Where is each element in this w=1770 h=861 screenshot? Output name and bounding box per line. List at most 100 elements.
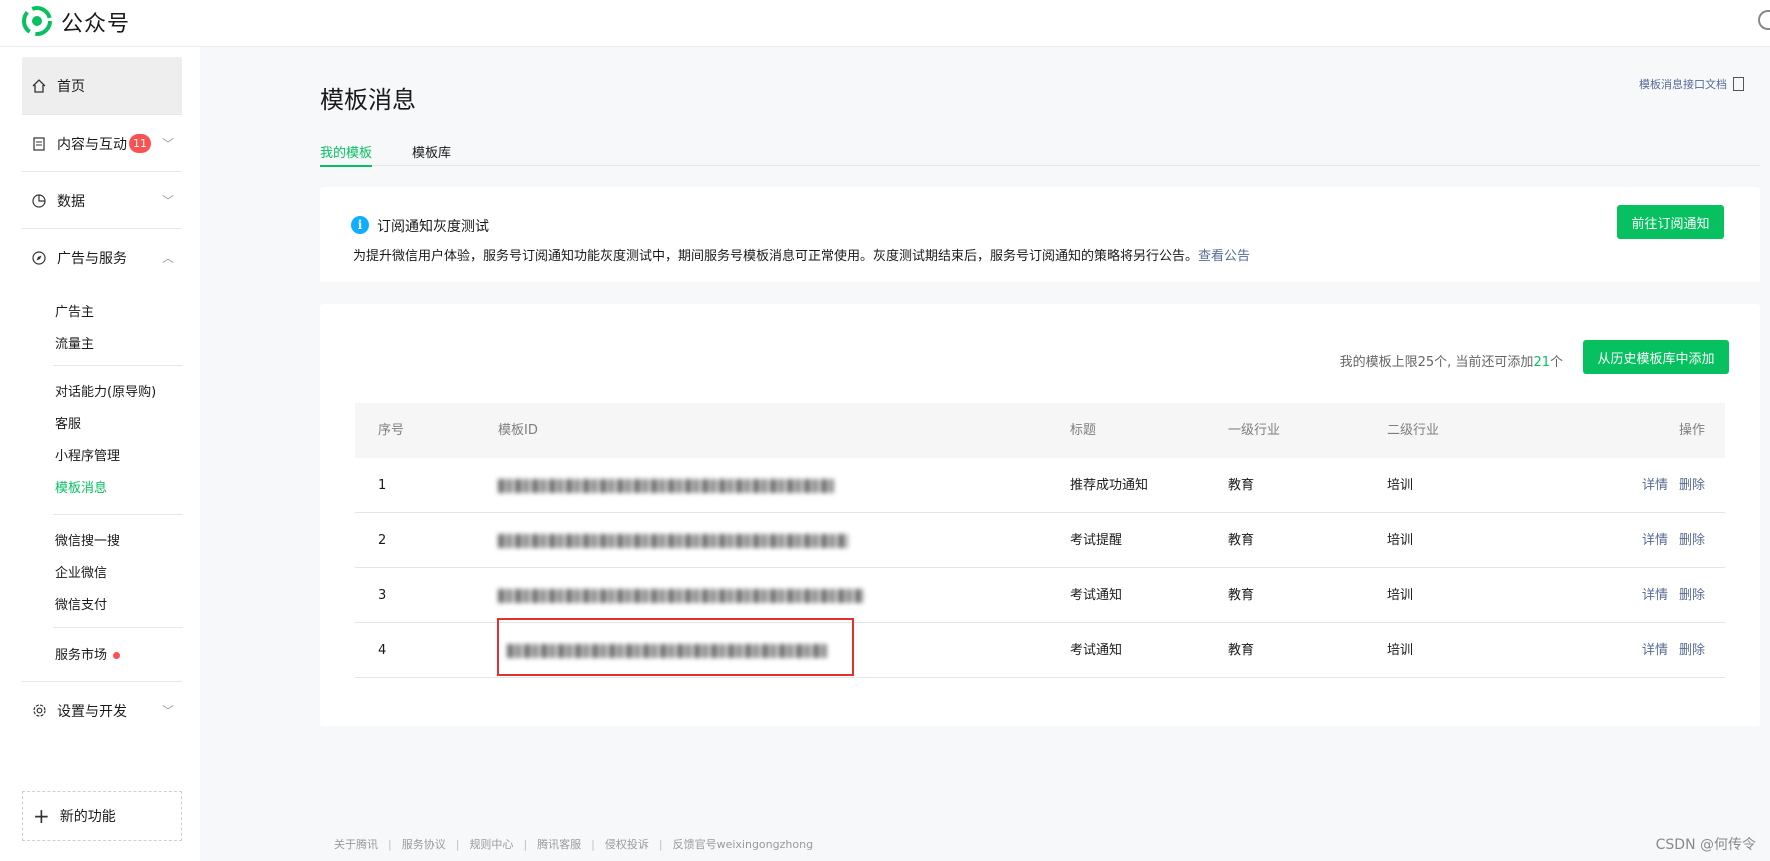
gear-icon [30,702,48,720]
template-id-redacted [498,458,834,513]
sidebar-item-label: 服务市场 [55,648,108,663]
tab-template-library[interactable]: 模板库 [412,142,451,161]
detail-link[interactable]: 详情 [1642,643,1668,658]
chevron-down-icon[interactable]: ﹀ [162,135,174,152]
document-icon [30,135,48,153]
new-dot [113,652,121,659]
file-icon [1733,77,1744,91]
sidebar-item-wechat-pay[interactable]: 微信支付 [55,594,107,613]
detail-link[interactable]: 详情 [1642,588,1668,603]
sidebar-item-customer-service[interactable]: 客服 [55,413,81,432]
sidebar-item-settings[interactable]: 设置与开发 ﹀ [22,682,182,739]
template-table: 序号 模板ID 标题 一级行业 二级行业 操作 1 推荐成功通知 教育 培训 详… [355,403,1725,678]
row-index: 2 [378,533,387,548]
home-icon [30,77,48,95]
delete-link[interactable]: 删除 [1679,478,1705,493]
tab-my-templates[interactable]: 我的模板 [320,142,373,167]
row-industry-2: 培训 [1387,643,1414,658]
notice-text: 为提升微信用户体验，服务号订阅通知功能灰度测试中，期间服务号模板消息可正常使用。… [353,249,1199,264]
row-actions: 详情 删除 [1595,623,1725,678]
sidebar-item-wecom[interactable]: 企业微信 [55,562,107,581]
divider [53,365,183,366]
page-title: 模板消息 [320,86,416,114]
chevron-down-icon[interactable]: ﹀ [162,702,174,719]
notice-body: 为提升微信用户体验，服务号订阅通知功能灰度测试中，期间服务号模板消息可正常使用。… [353,245,1250,264]
row-actions: 详情 删除 [1595,458,1725,513]
sidebar: 首页 内容与互动 11 ﹀ 数据 ﹀ 广告与服务 ︿ 广告主 流量主 对话能力(… [0,47,200,861]
sidebar-item-mini-program[interactable]: 小程序管理 [55,445,120,464]
sidebar-item-data[interactable]: 数据 ﹀ [22,172,182,229]
add-from-history-button[interactable]: 从历史模板库中添加 [1583,340,1729,374]
info-icon: i [351,216,369,234]
row-industry-2: 培训 [1387,478,1414,493]
sidebar-item-content[interactable]: 内容与互动 11 ﹀ [22,115,182,172]
table-row: 1 推荐成功通知 教育 培训 详情 删除 [355,458,1725,513]
tab-bar: 我的模板 模板库 [320,140,1760,167]
row-index: 1 [378,478,387,493]
sidebar-item-home[interactable]: 首页 [22,57,182,114]
footer-link-rules[interactable]: 规则中心 [469,838,513,851]
sidebar-item-advertiser[interactable]: 广告主 [55,301,94,320]
api-doc-link-label: 模板消息接口文档 [1639,78,1727,91]
template-id-redacted [498,513,848,568]
delete-link[interactable]: 删除 [1679,533,1705,548]
column-header: 序号 [378,423,405,438]
view-announcement-link[interactable]: 查看公告 [1198,249,1250,264]
row-industry-2: 培训 [1387,533,1414,548]
row-title: 推荐成功通知 [1070,478,1149,493]
sidebar-item-dialog-capability[interactable]: 对话能力(原导购) [55,381,156,400]
row-title: 考试通知 [1070,588,1123,603]
row-industry-1: 教育 [1228,588,1255,603]
notice-card: i 订阅通知灰度测试 为提升微信用户体验，服务号订阅通知功能灰度测试中，期间服务… [320,187,1760,282]
sidebar-item-label: 数据 [57,193,85,210]
compass-icon [30,249,48,267]
sidebar-item-label: 内容与互动 [57,136,127,153]
footer-link-agreement[interactable]: 服务协议 [402,838,446,851]
delete-link[interactable]: 删除 [1679,643,1705,658]
column-header: 二级行业 [1387,423,1440,438]
chevron-up-icon[interactable]: ︿ [162,249,174,266]
footer-link-support[interactable]: 腾讯客服 [537,838,581,851]
detail-link[interactable]: 详情 [1642,478,1668,493]
api-doc-link[interactable]: 模板消息接口文档 [1639,76,1744,92]
row-actions: 详情 删除 [1595,513,1725,568]
table-header: 序号 模板ID 标题 一级行业 二级行业 操作 [355,403,1725,458]
sidebar-item-ads-services[interactable]: 广告与服务 ︿ [22,229,182,286]
row-index: 4 [378,643,387,658]
sidebar-item-service-market[interactable]: 服务市场 [55,644,121,663]
row-title: 考试提醒 [1070,533,1123,548]
delete-link[interactable]: 删除 [1679,588,1705,603]
new-feature-button[interactable]: + 新的功能 [22,791,182,841]
footer-link-infringement[interactable]: 侵权投诉 [605,838,649,851]
sidebar-item-traffic-owner[interactable]: 流量主 [55,333,94,352]
wechat-official-account-logo-icon[interactable] [22,6,52,36]
chevron-down-icon[interactable]: ﹀ [162,192,174,209]
plus-icon: + [33,804,50,828]
limit-count: 21 [1533,355,1550,370]
limit-prefix: 我的模板上限25个, 当前还可添加 [1339,355,1534,370]
pie-chart-icon [30,192,48,210]
go-subscribe-notice-button[interactable]: 前往订阅通知 [1617,205,1724,239]
row-industry-1: 教育 [1228,643,1255,658]
footer-link-about[interactable]: 关于腾讯 [334,838,378,851]
template-limit-text: 我的模板上限25个, 当前还可添加21个 [1340,351,1563,370]
notification-icon[interactable] [1758,10,1770,30]
sidebar-item-wechat-search[interactable]: 微信搜一搜 [55,530,120,549]
sidebar-item-label: 设置与开发 [57,703,127,720]
column-header: 操作 [1678,423,1705,438]
table-row: 3 考试通知 教育 培训 详情 删除 [355,568,1725,623]
row-industry-2: 培训 [1387,588,1414,603]
detail-link[interactable]: 详情 [1642,533,1668,548]
column-header: 一级行业 [1228,423,1281,438]
sidebar-item-template-message[interactable]: 模板消息 [55,477,107,496]
table-row: 2 考试提醒 教育 培训 详情 删除 [355,513,1725,568]
row-index: 3 [378,588,387,603]
sidebar-item-label: 广告与服务 [57,250,127,267]
footer-link-feedback[interactable]: 反馈官号weixingongzhong [673,838,813,851]
unread-badge: 11 [129,134,151,153]
sidebar-item-label: 首页 [57,78,85,95]
divider [53,627,183,628]
divider [53,514,183,515]
template-id-redacted [498,568,864,623]
column-header: 标题 [1070,423,1097,438]
